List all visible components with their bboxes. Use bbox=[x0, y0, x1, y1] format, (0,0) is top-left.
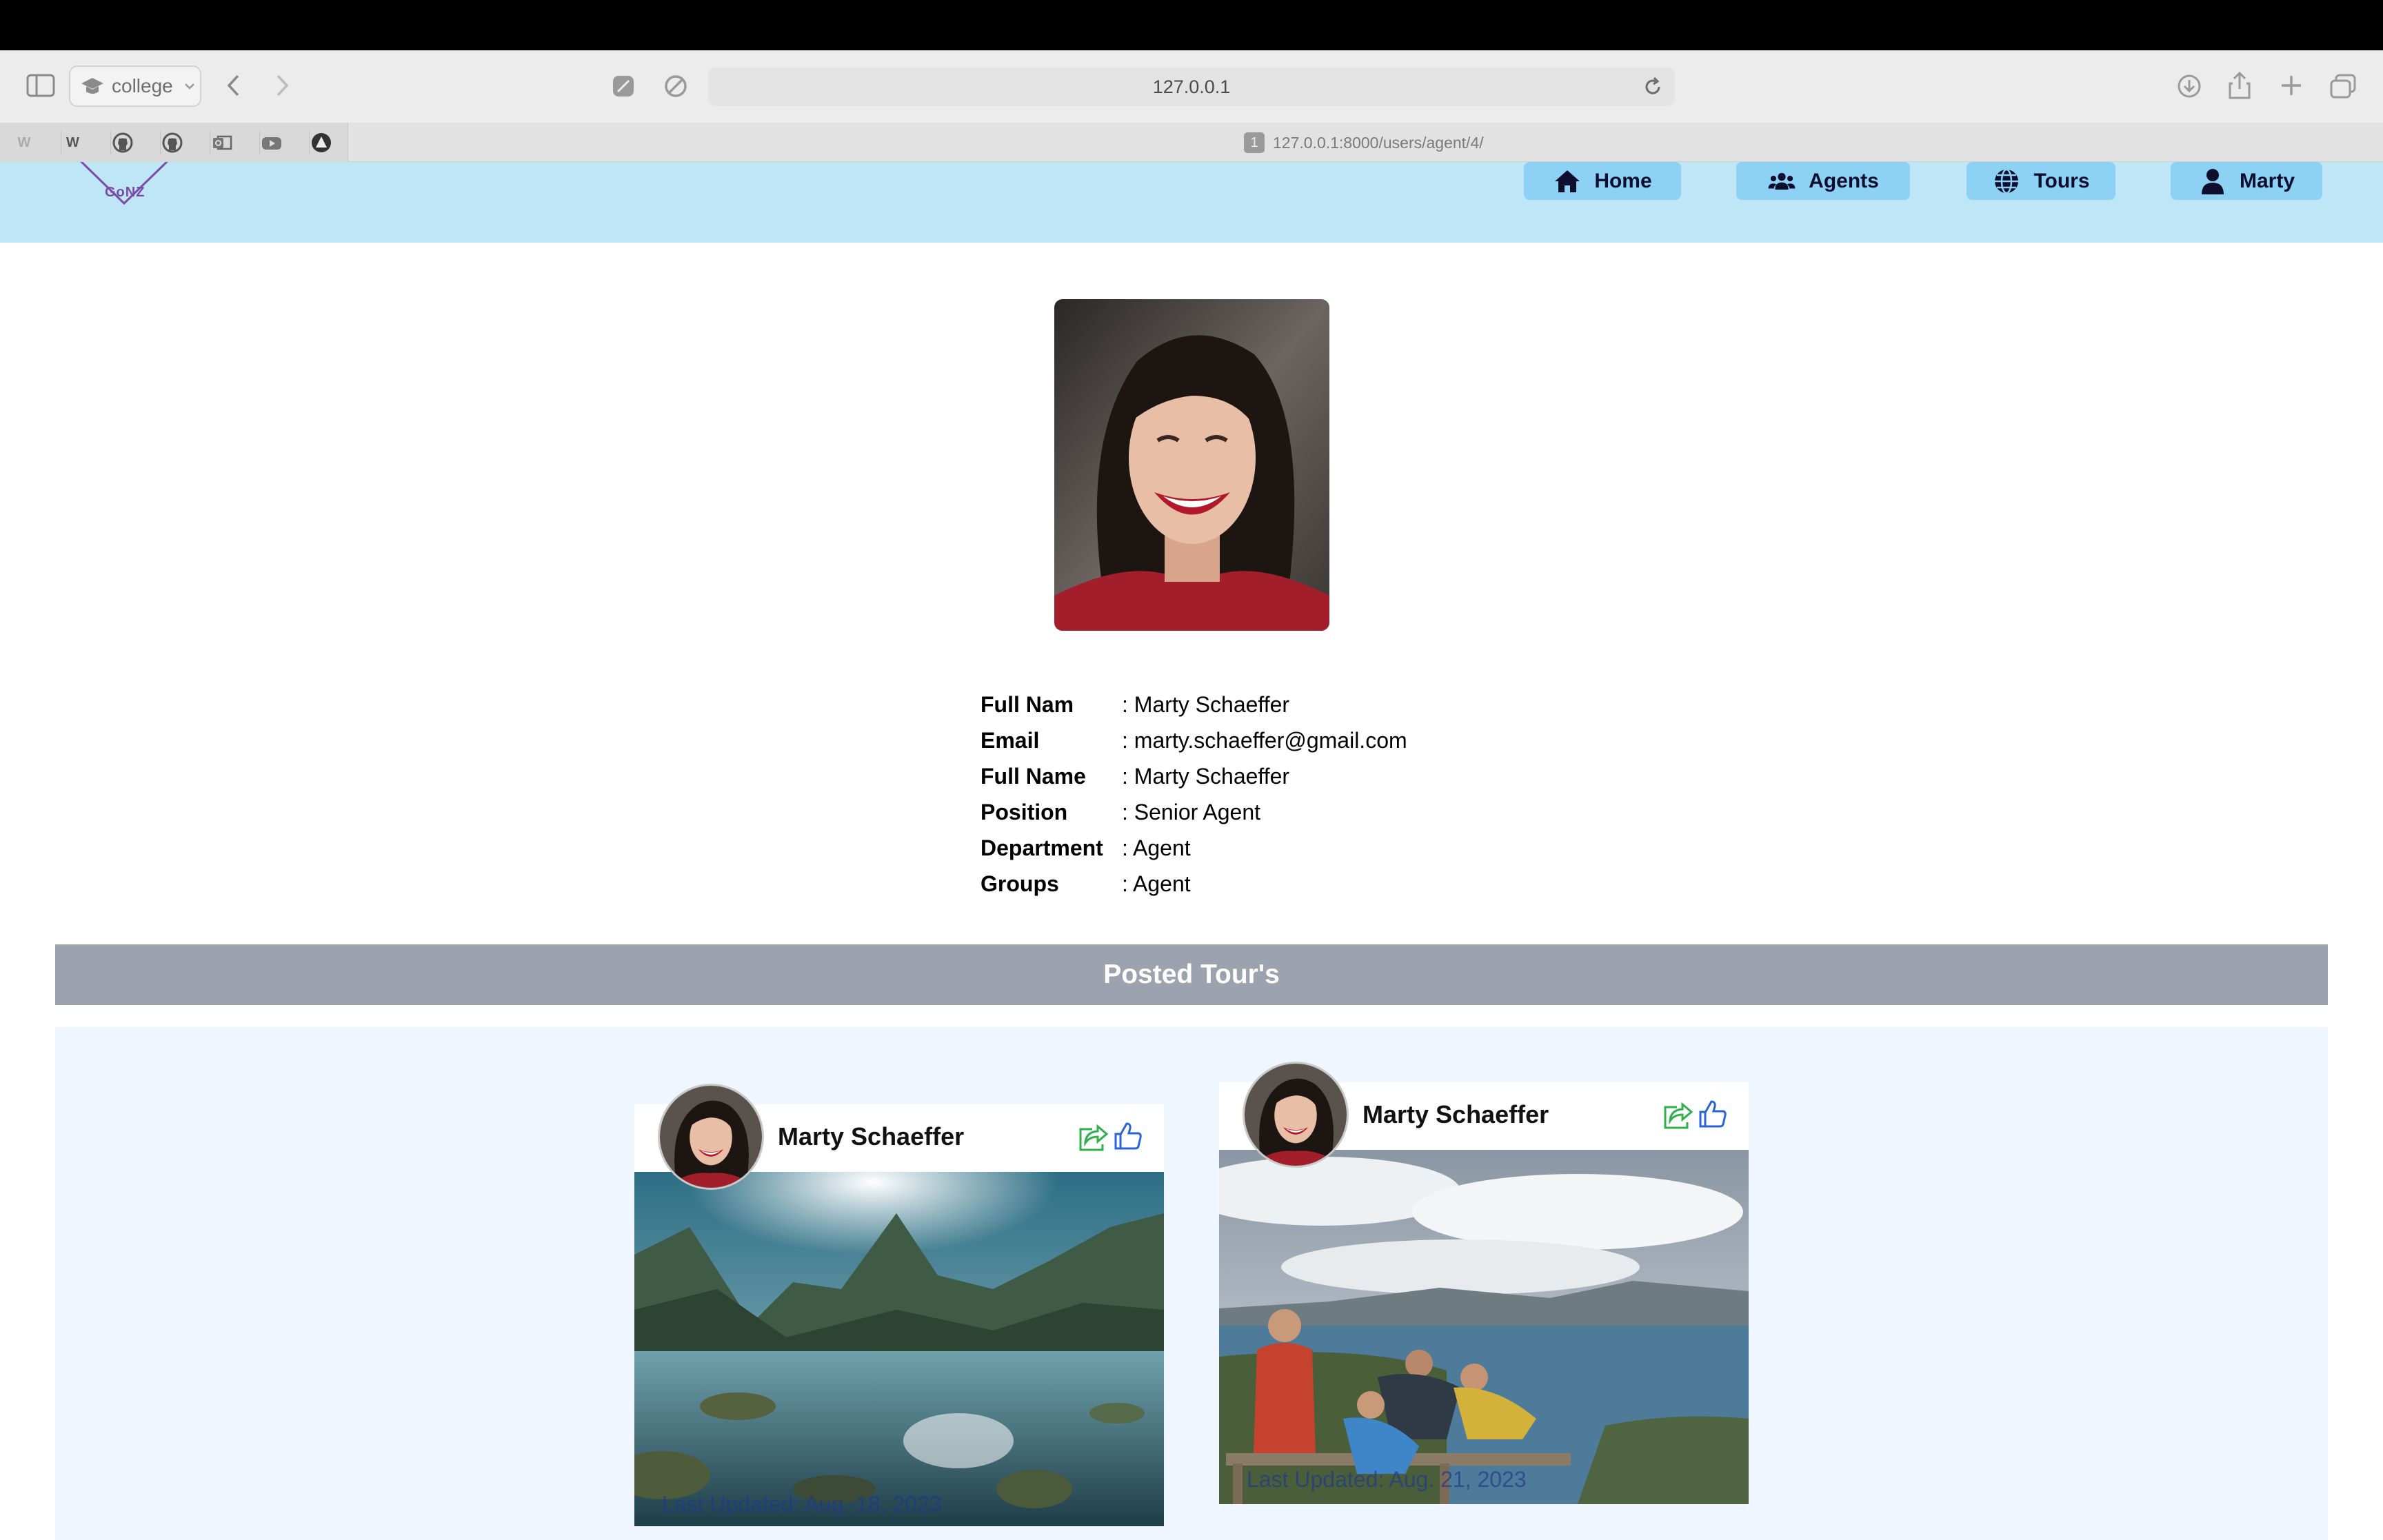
reload-icon[interactable] bbox=[1643, 77, 1662, 97]
detail-row: Full Nam : Marty Schaeffer bbox=[981, 687, 1289, 722]
chevron-down-icon bbox=[184, 83, 194, 90]
tour-image[interactable]: Last Updated: Aug. 21, 2023 bbox=[1219, 1150, 1749, 1504]
download-icon[interactable] bbox=[2176, 73, 2202, 99]
users-icon bbox=[1768, 172, 1796, 190]
logo-text: GoNZ bbox=[105, 185, 145, 200]
sidebar-toggle-icon[interactable] bbox=[26, 73, 55, 98]
bookmark-w-icon[interactable]: W bbox=[61, 131, 84, 154]
blocker-icon[interactable] bbox=[663, 74, 688, 99]
tour-card[interactable]: Marty Schaeffer bbox=[634, 1084, 1164, 1526]
share-icon[interactable] bbox=[1662, 1102, 1693, 1131]
privacy-shield-icon[interactable] bbox=[611, 74, 636, 99]
detail-value: : Marty Schaeffer bbox=[1122, 763, 1290, 789]
posted-tours-heading: Posted Tour's bbox=[55, 944, 2328, 1005]
tour-card[interactable]: Marty Schaeffer bbox=[1219, 1062, 1749, 1504]
tour-last-updated: Last Updated: Aug. 18, 2023 bbox=[662, 1492, 942, 1517]
detail-value: : marty.schaeffer@gmail.com bbox=[1122, 727, 1407, 753]
detail-value: : Agent bbox=[1122, 835, 1191, 860]
tab-overview-icon[interactable] bbox=[2329, 73, 2357, 99]
nav-agents-button[interactable]: Agents bbox=[1736, 162, 1910, 200]
tours-area bbox=[55, 1027, 2328, 1540]
detail-value: : Senior Agent bbox=[1122, 799, 1261, 824]
avatar[interactable] bbox=[1243, 1062, 1349, 1168]
favorites-bar: W W bbox=[0, 123, 348, 162]
detail-row: Full Name : Marty Schaeffer bbox=[981, 758, 1289, 794]
detail-value: : Marty Schaeffer bbox=[1122, 691, 1290, 717]
tour-card-header: Marty Schaeffer bbox=[1219, 1062, 1749, 1168]
detail-row: Groups : Agent bbox=[981, 866, 1191, 902]
detail-value: : Agent bbox=[1122, 871, 1191, 896]
profile-selector[interactable]: college bbox=[69, 65, 201, 107]
graduation-cap-icon bbox=[81, 78, 103, 94]
profile-name: college bbox=[112, 75, 173, 97]
outlook-icon[interactable] bbox=[210, 131, 233, 154]
nav-tours-button[interactable]: Tours bbox=[1967, 162, 2115, 200]
gonz-logo[interactable] bbox=[69, 162, 179, 243]
active-tab[interactable]: 1 127.0.0.1:8000/users/agent/4/ bbox=[1244, 132, 1484, 154]
tour-author: Marty Schaeffer bbox=[1363, 1100, 1549, 1128]
detail-label: Department bbox=[981, 835, 1103, 860]
thumbs-up-icon[interactable] bbox=[1698, 1099, 1728, 1129]
home-icon bbox=[1555, 170, 1580, 192]
tab-title-text: 127.0.0.1:8000/users/agent/4/ bbox=[1273, 133, 1484, 152]
detail-row: Department : Agent bbox=[981, 830, 1191, 866]
avatar[interactable] bbox=[658, 1084, 764, 1190]
nav-home-button[interactable]: Home bbox=[1524, 162, 1681, 200]
forward-arrow-icon[interactable] bbox=[273, 73, 291, 98]
youtube-icon[interactable] bbox=[259, 131, 283, 154]
detail-label: Full Name bbox=[981, 763, 1086, 789]
address-bar[interactable]: 127.0.0.1 bbox=[708, 68, 1675, 106]
tour-image[interactable]: Last Updated: Aug. 18, 2023 bbox=[634, 1172, 1164, 1526]
detail-label: Full Nam bbox=[981, 691, 1074, 717]
nav-agents-label: Agents bbox=[1809, 169, 1879, 192]
detail-label: Position bbox=[981, 799, 1068, 824]
detail-row: Email : marty.schaeffer@gmail.com bbox=[981, 722, 1407, 758]
nav-home-label: Home bbox=[1594, 169, 1652, 192]
page: college 127.0.0.1 W W 1 127.0.0.1:8000/u… bbox=[0, 0, 2383, 1540]
tour-author: Marty Schaeffer bbox=[778, 1122, 965, 1151]
new-tab-icon[interactable] bbox=[2280, 74, 2303, 97]
os-menu-bar bbox=[0, 0, 2383, 50]
share-page-icon[interactable] bbox=[2227, 71, 2252, 100]
back-arrow-icon[interactable] bbox=[225, 73, 243, 98]
user-icon bbox=[2201, 168, 2224, 194]
bookmark-w-icon[interactable]: W bbox=[12, 131, 36, 154]
browser-toolbar: college 127.0.0.1 bbox=[0, 50, 2383, 123]
app-icon[interactable] bbox=[309, 131, 332, 154]
address-text: 127.0.0.1 bbox=[1152, 76, 1231, 97]
globe-icon bbox=[1995, 168, 2019, 194]
detail-row: Position : Senior Agent bbox=[981, 794, 1260, 830]
tour-card-header: Marty Schaeffer bbox=[634, 1084, 1164, 1190]
tab-favicon: 1 bbox=[1244, 132, 1265, 153]
nav-user-label: Marty bbox=[2239, 169, 2295, 192]
share-icon[interactable] bbox=[1077, 1124, 1109, 1153]
github-icon[interactable] bbox=[110, 131, 134, 154]
site-header: GoNZ Home Agents Tours Marty bbox=[0, 162, 2383, 243]
thumbs-up-icon[interactable] bbox=[1113, 1121, 1143, 1151]
nav-user-button[interactable]: Marty bbox=[2171, 162, 2322, 200]
tour-last-updated: Last Updated: Aug. 21, 2023 bbox=[1247, 1467, 1527, 1492]
nav-tours-label: Tours bbox=[2033, 169, 2090, 192]
profile-photo bbox=[1054, 299, 1329, 631]
tab-bar: W W 1 127.0.0.1:8000/users/agent/4/ bbox=[0, 123, 2383, 162]
detail-label: Email bbox=[981, 727, 1040, 753]
github-icon[interactable] bbox=[160, 131, 183, 154]
detail-label: Groups bbox=[981, 871, 1059, 896]
